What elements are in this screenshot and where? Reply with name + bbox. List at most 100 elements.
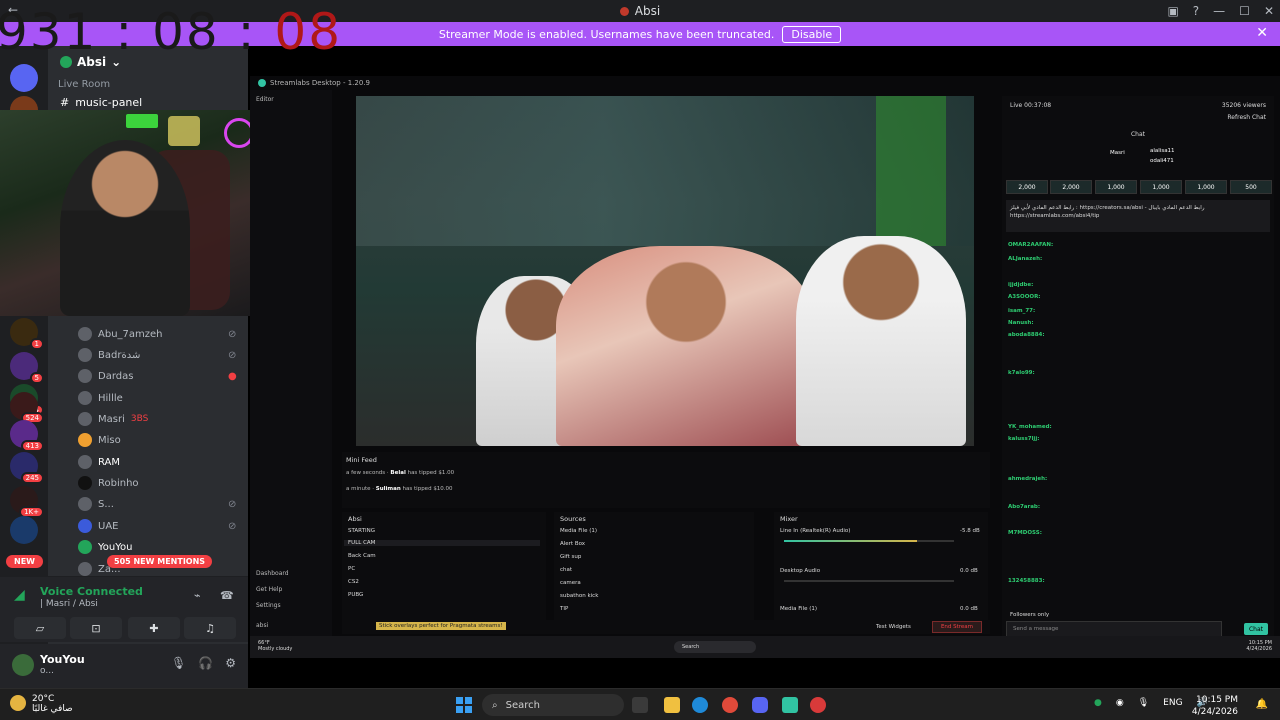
voice-panel: ◢ Voice Connected | Masri / Absi ⌁ ☎ ▱ ⊡… xyxy=(0,576,248,642)
gift-badge[interactable]: 500 xyxy=(1230,180,1272,194)
noise-suppression-icon[interactable]: ⌁ xyxy=(194,589,201,602)
nav-get-help[interactable]: Get Help xyxy=(256,586,282,593)
voice-member[interactable]: Masri 3BS xyxy=(78,410,148,428)
channel-music-panel[interactable]: # music-panel xyxy=(60,96,142,109)
start-button[interactable] xyxy=(456,697,472,713)
text-channel-icon: # xyxy=(60,96,70,109)
server-icon[interactable] xyxy=(10,516,38,544)
voice-member[interactable]: Hillle xyxy=(78,389,123,407)
source-item[interactable]: chat xyxy=(560,567,572,573)
voice-member[interactable]: Miso xyxy=(78,431,121,449)
voice-member[interactable]: YouYou xyxy=(78,538,132,556)
source-item[interactable]: Alert Box xyxy=(560,541,585,547)
chat-message: ahmedrajeh: xyxy=(1008,476,1048,482)
tray-app-icon[interactable]: ◉ xyxy=(1116,698,1124,708)
server-icon[interactable]: 5 xyxy=(10,352,44,384)
scene-item[interactable]: PC xyxy=(348,566,355,572)
nav-editor[interactable]: Editor xyxy=(256,96,274,103)
maximize-icon[interactable]: ☐ xyxy=(1239,4,1250,18)
server-icon[interactable]: 1 xyxy=(10,318,44,350)
scene-item[interactable]: STARTING xyxy=(348,528,375,534)
new-mentions-pill[interactable]: 505 NEW MENTIONS xyxy=(107,555,213,568)
headphones-icon[interactable]: 🎧 xyxy=(198,656,213,670)
server-icon[interactable]: 413 xyxy=(10,420,44,452)
soundboard-button[interactable]: ♫ xyxy=(184,617,236,639)
close-icon[interactable]: ✕ xyxy=(1264,4,1274,18)
source-item[interactable]: Gift sup xyxy=(560,554,581,560)
user-avatar[interactable] xyxy=(12,654,34,676)
refresh-chat-button[interactable]: Refresh Chat xyxy=(1227,114,1266,121)
scene-item[interactable]: FULL CAM xyxy=(344,540,540,546)
end-stream-button[interactable]: End Stream xyxy=(932,621,982,633)
voice-member[interactable]: Abu_7amzeh xyxy=(78,325,163,343)
scene-item[interactable]: Back Cam xyxy=(348,553,376,559)
server-icon[interactable]: 1K+ xyxy=(10,486,44,518)
server-icon[interactable]: 245 xyxy=(10,452,44,484)
sources-title: Sources xyxy=(560,515,586,523)
chrome-icon[interactable] xyxy=(722,697,738,713)
activities-button[interactable]: ✚ xyxy=(128,617,180,639)
volume-meter[interactable] xyxy=(784,540,954,542)
voice-member[interactable]: RAM xyxy=(78,453,120,471)
chat-input[interactable]: Send a message xyxy=(1006,621,1222,637)
voice-member[interactable]: S... xyxy=(78,495,114,513)
taskbar-clock[interactable]: 10:15 PM 4/24/2026 xyxy=(1192,694,1238,718)
mixer-panel: Mixer Line In (Realtek(R) Audio) -5.8 dB… xyxy=(774,512,988,622)
settings-gear-icon[interactable]: ⚙ xyxy=(225,656,236,670)
task-view-icon[interactable] xyxy=(632,697,648,713)
voice-member[interactable]: Dardas xyxy=(78,367,133,385)
banner-close-icon[interactable]: ✕ xyxy=(1256,25,1268,41)
streamlabs-icon[interactable] xyxy=(782,697,798,713)
inbox-icon[interactable]: ▣ xyxy=(1167,4,1178,18)
source-item[interactable]: camera xyxy=(560,580,581,586)
direct-messages-icon[interactable] xyxy=(10,64,38,92)
gift-badge[interactable]: 1,000 xyxy=(1185,180,1227,194)
help-icon[interactable]: ? xyxy=(1193,4,1199,18)
streamlabs-logo-icon xyxy=(258,79,266,87)
category-live-room[interactable]: Live Room xyxy=(58,79,110,90)
gift-badge[interactable]: 1,000 xyxy=(1095,180,1137,194)
source-item[interactable]: TIP xyxy=(560,606,568,612)
promo-tip[interactable]: Stick overlays perfect for Pragmata stre… xyxy=(376,622,506,630)
scene-item[interactable]: CS2 xyxy=(348,579,359,585)
taskbar-search[interactable]: ⌕ Search xyxy=(482,694,624,716)
voice-channel[interactable]: | Masri / Absi xyxy=(40,599,98,609)
file-explorer-icon[interactable] xyxy=(664,697,680,713)
minimize-icon[interactable]: — xyxy=(1213,4,1225,18)
gift-badge[interactable]: 2,000 xyxy=(1050,180,1092,194)
chat-send-button[interactable]: Chat xyxy=(1244,623,1268,635)
test-widgets-button[interactable]: Test Widgets xyxy=(876,624,911,630)
voice-member[interactable]: UAE xyxy=(78,517,118,535)
microphone-icon[interactable]: 🎙 xyxy=(1138,698,1149,708)
new-pill[interactable]: NEW xyxy=(6,555,43,568)
source-item[interactable]: Media File (1) xyxy=(560,528,597,534)
gift-badge[interactable]: 1,000 xyxy=(1140,180,1182,194)
video-off-button[interactable]: ▱ xyxy=(14,617,66,639)
volume-meter[interactable] xyxy=(784,580,954,582)
disable-button[interactable]: Disable xyxy=(782,25,842,43)
mixer-source: Media File (1) xyxy=(780,606,818,612)
gift-badge[interactable]: 2,000 xyxy=(1006,180,1048,194)
user-name[interactable]: YouYou xyxy=(40,653,85,666)
voice-status[interactable]: Voice Connected xyxy=(40,585,143,598)
scene-item[interactable]: PUBG xyxy=(348,592,363,598)
app-icon[interactable] xyxy=(810,697,826,713)
language-indicator[interactable]: ENG xyxy=(1163,698,1182,708)
nav-dashboard[interactable]: Dashboard xyxy=(256,570,289,577)
voice-member[interactable]: Robinho xyxy=(78,474,139,492)
disconnect-icon[interactable]: ☎ xyxy=(220,589,234,602)
discord-icon[interactable] xyxy=(752,697,768,713)
weather-widget[interactable]: 20°C صافي غالبًا xyxy=(10,694,73,714)
edge-icon[interactable] xyxy=(692,697,708,713)
screen-share-button[interactable]: ⊡ xyxy=(70,617,122,639)
source-item[interactable]: subathon kick xyxy=(560,593,598,599)
nav-settings[interactable]: Settings xyxy=(256,602,281,609)
nav-user[interactable]: absi xyxy=(256,622,268,629)
tray-app-icon[interactable]: ● xyxy=(1094,698,1102,708)
notifications-icon[interactable]: 🔔 xyxy=(1256,699,1268,710)
voice-member[interactable]: Badrشدة xyxy=(78,346,140,364)
member-name: Masri xyxy=(98,413,125,425)
server-icon[interactable]: 524 xyxy=(10,392,44,424)
microphone-icon[interactable]: 🎙 xyxy=(171,656,186,670)
search-icon: ⌕ xyxy=(492,699,498,711)
